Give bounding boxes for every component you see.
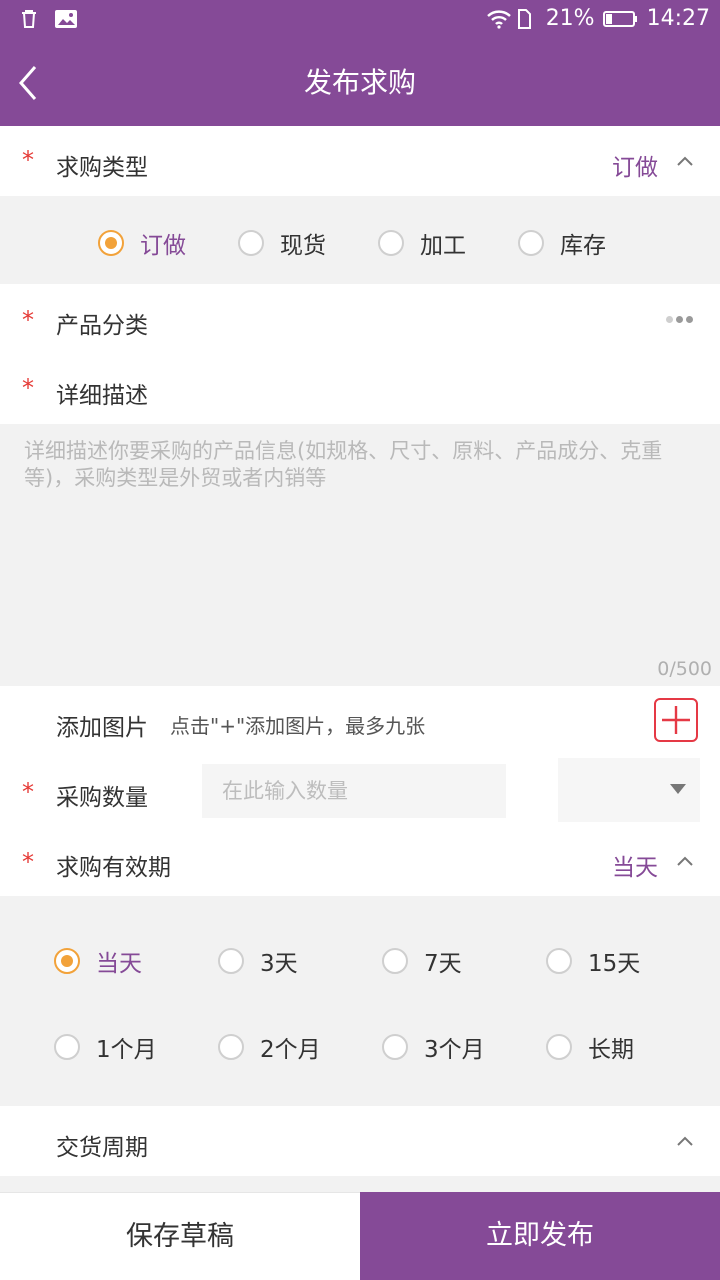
radio-circle <box>518 230 544 256</box>
required-mark: * <box>22 146 34 174</box>
purchase-type-row[interactable]: * 求购类型 订做 <box>0 126 720 196</box>
chevron-up-icon[interactable] <box>674 150 696 172</box>
divider <box>0 1176 720 1192</box>
radio-long-term[interactable]: 长期 <box>546 1030 634 1064</box>
purchase-type-options: 订做 现货 加工 库存 <box>0 196 720 284</box>
purchase-type-value: 订做 <box>612 155 658 181</box>
product-category-label: 产品分类 <box>56 313 148 339</box>
validity-label: 求购有效期 <box>56 855 171 881</box>
add-image-label: 添加图片 <box>56 715 148 741</box>
char-counter: 0/500 <box>657 658 712 680</box>
radio-3-months[interactable]: 3个月 <box>382 1030 485 1064</box>
purchase-type-label: 求购类型 <box>56 155 148 181</box>
publish-button[interactable]: 立即发布 <box>360 1192 720 1280</box>
more-icon[interactable] <box>666 316 693 323</box>
chevron-up-icon[interactable] <box>674 850 696 872</box>
radio-15-days[interactable]: 15天 <box>546 944 640 978</box>
radio-in-stock[interactable]: 现货 <box>238 226 326 260</box>
add-image-hint: 点击"+"添加图片，最多九张 <box>170 714 426 738</box>
product-category-row[interactable]: * 产品分类 <box>0 284 720 354</box>
battery-icon <box>602 8 639 30</box>
radio-1-month[interactable]: 1个月 <box>54 1030 157 1064</box>
radio-circle <box>378 230 404 256</box>
chevron-up-icon[interactable] <box>674 1130 696 1152</box>
radio-3-days[interactable]: 3天 <box>218 944 298 978</box>
radio-processing[interactable]: 加工 <box>378 226 466 260</box>
add-image-button[interactable] <box>654 698 698 742</box>
page-title: 发布求购 <box>303 66 416 99</box>
required-mark: * <box>22 306 34 334</box>
validity-value: 当天 <box>612 855 658 881</box>
required-mark: * <box>22 778 34 806</box>
description-placeholder: 详细描述你要采购的产品信息(如规格、尺寸、原料、产品成分、克重等)，采购类型是外… <box>24 439 663 490</box>
unit-select[interactable] <box>558 758 700 822</box>
image-icon <box>54 8 77 30</box>
radio-custom[interactable]: 订做 <box>98 226 186 260</box>
plus-icon <box>662 706 690 734</box>
dropdown-arrow-icon <box>670 784 686 794</box>
radio-inventory[interactable]: 库存 <box>518 226 606 260</box>
radio-same-day[interactable]: 当天 <box>54 944 142 978</box>
quantity-label: 采购数量 <box>56 785 148 811</box>
title-bar: 发布求购 <box>0 40 720 126</box>
radio-2-months[interactable]: 2个月 <box>218 1030 321 1064</box>
validity-row[interactable]: * 求购有效期 当天 <box>0 826 720 896</box>
battery-percent: 21% <box>545 6 595 31</box>
delivery-cycle-label: 交货周期 <box>56 1135 148 1161</box>
save-draft-button[interactable]: 保存草稿 <box>0 1192 360 1280</box>
required-mark: * <box>22 848 34 876</box>
quantity-input[interactable]: 在此输入数量 <box>202 764 506 818</box>
description-textarea[interactable]: 详细描述你要采购的产品信息(如规格、尺寸、原料、产品成分、克重等)，采购类型是外… <box>0 424 720 686</box>
status-bar: 21% 14:27 <box>0 0 720 40</box>
bottom-action-bar: 保存草稿 立即发布 <box>0 1192 720 1280</box>
sim-icon <box>516 8 538 30</box>
chevron-left-icon <box>19 66 37 100</box>
delivery-cycle-row[interactable]: 交货周期 <box>0 1106 720 1176</box>
radio-7-days[interactable]: 7天 <box>382 944 462 978</box>
radio-circle <box>98 230 124 256</box>
add-image-row: 添加图片 点击"+"添加图片，最多九张 <box>0 686 720 756</box>
required-mark: * <box>22 374 34 402</box>
description-label: 详细描述 <box>56 383 148 409</box>
back-button[interactable] <box>8 58 48 108</box>
trash-icon <box>18 8 40 30</box>
validity-options: 当天 3天 7天 15天 1个月 2个月 3个月 长期 <box>0 896 720 1106</box>
description-row: * 详细描述 <box>0 354 720 424</box>
radio-circle <box>238 230 264 256</box>
wifi-icon <box>486 8 511 30</box>
clock: 14:27 <box>646 6 710 31</box>
